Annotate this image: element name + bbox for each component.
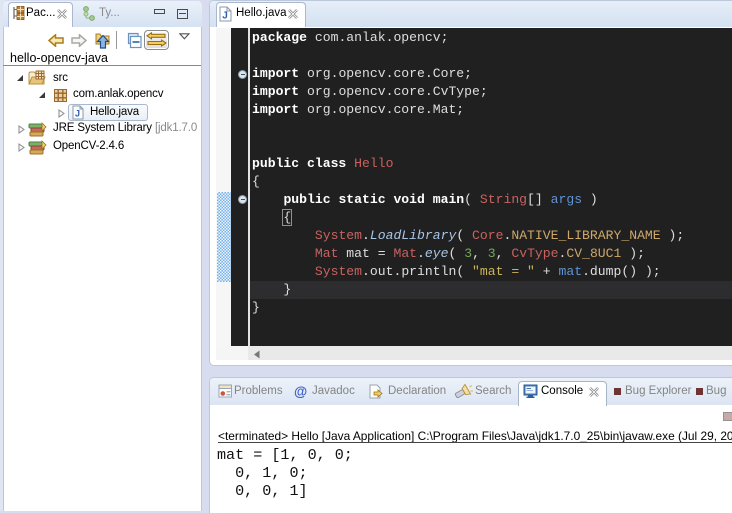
svg-text:J: J	[75, 109, 80, 119]
svg-text:J: J	[222, 11, 228, 22]
